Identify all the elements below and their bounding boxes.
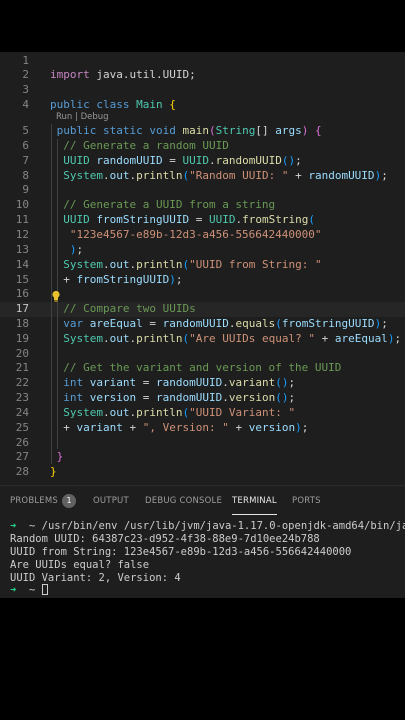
terminal-output-line: Random UUID: 64387c23-d952-4f38-88e9-7d1… <box>10 533 320 545</box>
code-line[interactable]: 26 <box>0 436 405 451</box>
prompt-arrow-icon: ➜ <box>10 584 17 596</box>
line-number: 9 <box>22 183 29 196</box>
line-number: 15 <box>15 273 29 286</box>
line-number: 12 <box>15 228 29 241</box>
code-text: } <box>50 465 57 478</box>
code-line[interactable]: 8 System.out.println("Random UUID: " + r… <box>0 169 405 184</box>
line-number: 22 <box>15 376 29 389</box>
terminal-prompt-line[interactable]: ➜ ~ <box>10 584 405 597</box>
codelens-run-debug[interactable]: Run | Debug <box>56 111 109 123</box>
code-line[interactable]: 11 UUID fromStringUUID = UUID.fromString… <box>0 213 405 228</box>
code-line[interactable]: 27 } <box>0 450 405 465</box>
line-number: 16 <box>15 287 29 300</box>
tab-output[interactable]: OUTPUT <box>93 486 129 516</box>
code-line[interactable]: 5 public static void main(String[] args)… <box>0 124 405 139</box>
code-text: var areEqual = randomUUID.equals(fromStr… <box>63 317 388 330</box>
code-line[interactable]: 17 // Compare two UUIDs <box>0 302 405 317</box>
code-text: ); <box>69 243 84 256</box>
code-line[interactable]: 3 <box>0 83 405 98</box>
code-line[interactable]: 24 System.out.println("UUID Variant: " <box>0 406 405 421</box>
terminal-command-line: ➜ ~ /usr/bin/env /usr/lib/jvm/java-1.17.… <box>10 520 405 533</box>
code-text: int version = randomUUID.version(); <box>63 391 296 404</box>
code-text: // Get the variant and version of the UU… <box>63 361 342 374</box>
code-line[interactable]: 12 "123e4567-e89b-12d3-a456-556642440000… <box>0 228 405 243</box>
code-line[interactable]: 13 ); <box>0 243 405 258</box>
code-line[interactable]: 9 <box>0 183 405 198</box>
code-line[interactable]: 23 int version = randomUUID.version(); <box>0 391 405 406</box>
code-line[interactable]: 15 + fromStringUUID); <box>0 273 405 288</box>
code-text: + fromStringUUID); <box>50 273 183 286</box>
code-line[interactable]: 1 <box>0 54 405 69</box>
code-line[interactable]: 14 System.out.println("UUID from String:… <box>0 258 405 273</box>
code-text: "123e4567-e89b-12d3-a456-556642440000" <box>69 228 322 241</box>
prompt-dir: ~ <box>28 584 36 596</box>
line-number: 7 <box>22 154 29 167</box>
code-line[interactable]: 7 UUID randomUUID = UUID.randomUUID(); <box>0 154 405 169</box>
line-number: 27 <box>15 450 29 463</box>
code-text: System.out.println("Are UUIDs equal? " +… <box>63 332 402 345</box>
line-number: 18 <box>15 317 29 330</box>
line-number: 25 <box>15 421 29 434</box>
line-number: 23 <box>15 391 29 404</box>
code-text: int variant = randomUUID.variant(); <box>63 376 296 389</box>
line-number: 2 <box>22 68 29 81</box>
code-line[interactable]: 25 + variant + ", Version: " + version); <box>0 421 405 436</box>
code-line[interactable]: 28} <box>0 465 405 480</box>
code-line[interactable]: 10 // Generate a UUID from a string <box>0 198 405 213</box>
code-text: import java.util.UUID; <box>50 68 196 81</box>
tab-ports[interactable]: PORTS <box>292 486 321 516</box>
code-line[interactable]: 19 System.out.println("Are UUIDs equal? … <box>0 332 405 347</box>
code-line[interactable]: 2 import java.util.UUID; <box>0 68 405 83</box>
code-line[interactable]: 22 int variant = randomUUID.variant(); <box>0 376 405 391</box>
code-text: // Generate a random UUID <box>63 139 229 152</box>
code-line[interactable]: 6 // Generate a random UUID <box>0 139 405 154</box>
tab-problems[interactable]: PROBLEMS <box>10 486 58 516</box>
tab-debug-console[interactable]: DEBUG CONSOLE <box>145 486 222 516</box>
line-number: 10 <box>15 198 29 211</box>
line-number: 13 <box>15 243 29 256</box>
code-line[interactable]: 21 // Get the variant and version of the… <box>0 361 405 376</box>
line-number: 11 <box>15 213 29 226</box>
line-number: 19 <box>15 332 29 345</box>
line-number: 3 <box>22 83 29 96</box>
line-number: 6 <box>22 139 29 152</box>
line-number: 26 <box>15 436 29 449</box>
tab-terminal[interactable]: TERMINAL <box>232 486 277 515</box>
line-number: 17 <box>15 302 29 315</box>
line-number: 8 <box>22 169 29 182</box>
code-text: UUID randomUUID = UUID.randomUUID(); <box>63 154 302 167</box>
line-number: 1 <box>22 54 29 67</box>
terminal-command: /usr/bin/env /usr/lib/jvm/java-1.17.0-op… <box>35 520 405 532</box>
code-text: // Compare two UUIDs <box>63 302 196 315</box>
line-number: 28 <box>15 465 29 478</box>
code-text: System.out.println("UUID from String: " <box>63 258 322 271</box>
code-text: System.out.println("Random UUID: " + ran… <box>63 169 388 182</box>
line-number: 4 <box>22 98 29 111</box>
code-text: UUID fromStringUUID = UUID.fromString( <box>63 213 315 226</box>
code-line[interactable]: 18 var areEqual = randomUUID.equals(from… <box>0 317 405 332</box>
line-number: 24 <box>15 406 29 419</box>
lightbulb-icon[interactable] <box>51 287 61 302</box>
terminal-output-line: Are UUIDs equal? false <box>10 559 150 571</box>
panel-tabs: PROBLEMS 1 OUTPUT DEBUG CONSOLE TERMINAL… <box>0 486 405 516</box>
code-text: + variant + ", Version: " + version); <box>50 421 309 434</box>
code-editor[interactable]: 1 2 import java.util.UUID; 3 4 public class M… <box>0 52 405 485</box>
problems-count-badge: 1 <box>62 494 76 508</box>
code-text: // Generate a UUID from a string <box>63 198 276 211</box>
terminal-cursor <box>41 584 48 595</box>
prompt-arrow-icon: ➜ <box>10 520 17 532</box>
line-number: 20 <box>15 347 29 360</box>
line-number: 14 <box>15 258 29 271</box>
line-number: 21 <box>15 361 29 374</box>
code-line[interactable]: 20 <box>0 347 405 362</box>
line-number: 5 <box>22 124 29 137</box>
code-text: public static void main(String[] args) { <box>56 124 322 137</box>
code-text: System.out.println("UUID Variant: " <box>63 406 296 419</box>
bottom-panel: PROBLEMS 1 OUTPUT DEBUG CONSOLE TERMINAL… <box>0 485 405 598</box>
terminal-output-line: UUID from String: 123e4567-e89b-12d3-a45… <box>10 546 352 558</box>
